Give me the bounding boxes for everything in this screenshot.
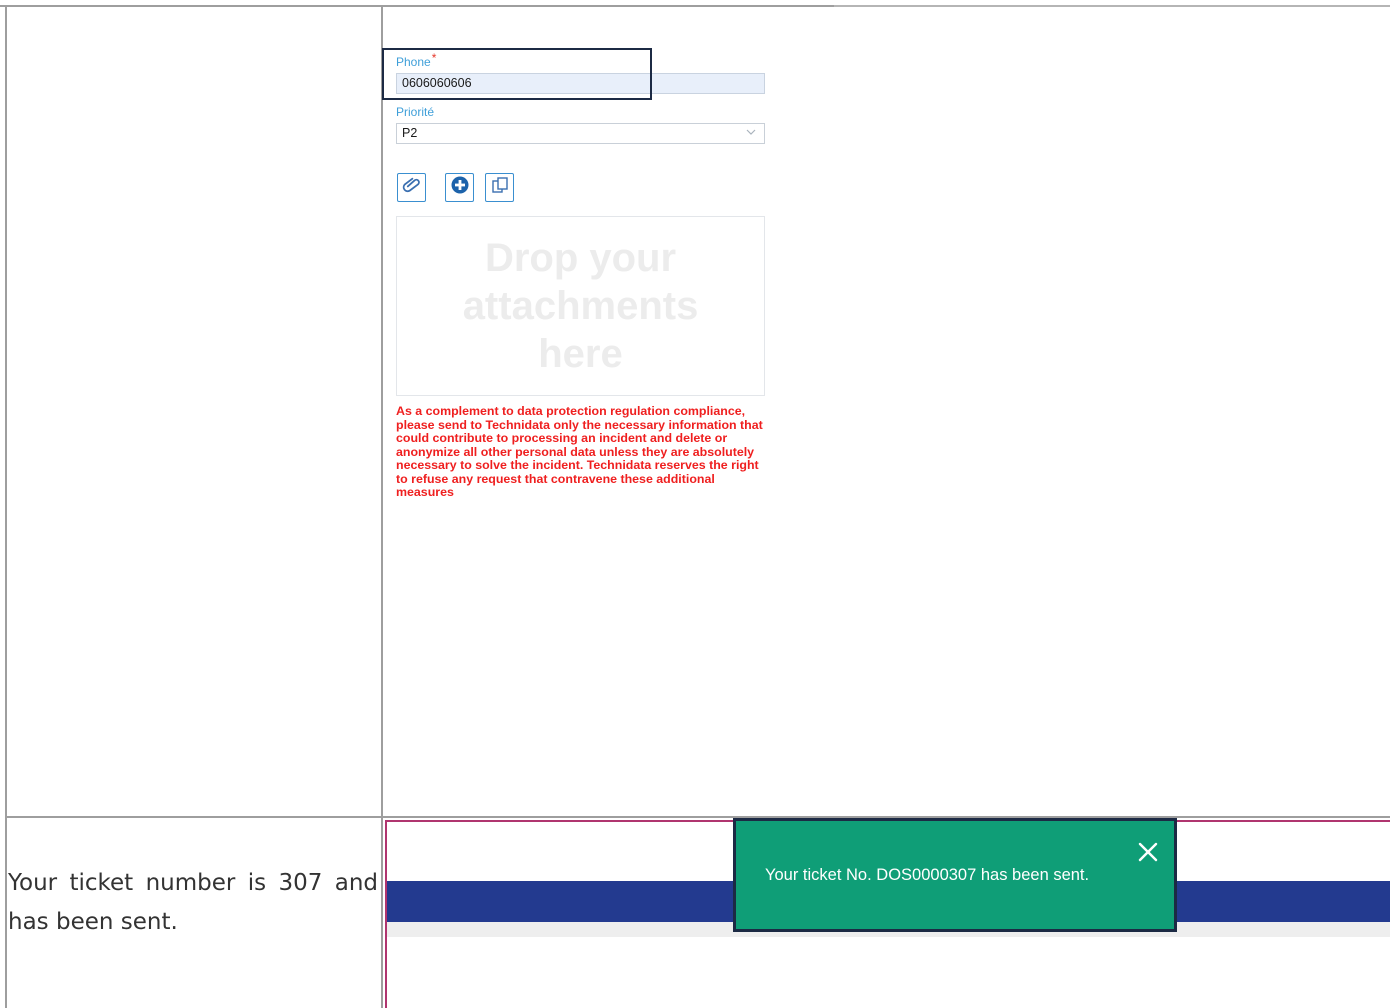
table-border-top-left: [0, 5, 834, 7]
success-toast: Your ticket No. DOS0000307 has been sent…: [733, 818, 1177, 932]
table-border-left: [5, 5, 7, 1008]
priority-select[interactable]: P2: [396, 123, 765, 144]
paperclip-icon: [402, 175, 422, 200]
copy-icon: [490, 175, 510, 200]
ticket-caption: Your ticket number is 307 and has been s…: [8, 870, 378, 935]
dropzone-text: Drop your attachments here: [462, 236, 699, 376]
toast-message: Your ticket No. DOS0000307 has been sent…: [765, 866, 1090, 884]
table-border-middle: [381, 5, 383, 1008]
phone-highlight-frame: [382, 48, 652, 100]
data-protection-notice: As a complement to data protection regul…: [396, 404, 763, 499]
plus-circle-icon: [450, 175, 470, 200]
priority-label: Priorité: [396, 105, 435, 119]
attach-file-button[interactable]: [397, 173, 426, 202]
copy-button[interactable]: [485, 173, 514, 202]
close-icon[interactable]: [1137, 841, 1159, 863]
chevron-down-icon: [746, 127, 756, 139]
add-button[interactable]: [445, 173, 474, 202]
attachment-dropzone[interactable]: Drop your attachments here: [396, 216, 765, 396]
table-border-top-right: [834, 5, 1390, 7]
document-page: Phone* 0606060606 Priorité P2 Drop your …: [0, 0, 1390, 1008]
table-border-row-divider: [5, 816, 1390, 818]
priority-selected-value: P2: [402, 126, 418, 140]
